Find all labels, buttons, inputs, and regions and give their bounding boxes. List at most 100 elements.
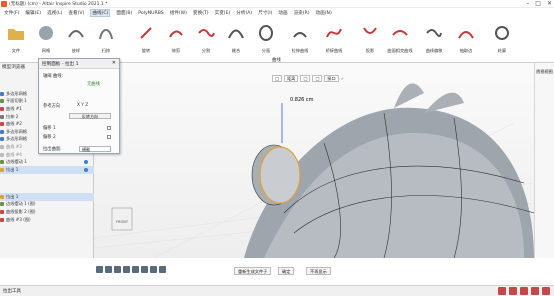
ribbon-stitch[interactable]: 缝合 (222, 20, 250, 58)
vp-interface-button[interactable]: 接口 (324, 74, 339, 82)
vp-distance-button[interactable]: 距离 (283, 74, 299, 82)
tree-row[interactable]: 边线摆动 1 (0, 158, 94, 166)
plane-icon (0, 99, 4, 104)
vp-tool-button[interactable]: □ (312, 74, 323, 82)
dialog-close-button[interactable]: ✕ (112, 60, 116, 66)
view-icon[interactable] (96, 266, 103, 273)
reverse-direction-button[interactable]: 反转方向 (69, 113, 111, 119)
view-icon[interactable] (150, 266, 157, 273)
ribbon-bridge-curve[interactable]: 桥接曲线 (320, 20, 348, 58)
swing-icon (0, 160, 4, 165)
mesh-icon (0, 129, 4, 134)
vp-tool-button[interactable]: □ (272, 74, 282, 82)
minimize-button[interactable]: – (526, 0, 529, 8)
offset2-checkbox[interactable] (107, 135, 111, 139)
ribbon-trim[interactable]: 修剪 (162, 20, 190, 58)
ribbon-mesh[interactable]: 网格 (32, 20, 60, 58)
window-title: (无标题) (cm) - Altair Inspire Studio 2021.… (9, 1, 108, 7)
project-icon (363, 27, 377, 34)
extrude-surface-select[interactable]: 横截 (79, 146, 111, 152)
list-item[interactable]: 拉出 1 (0, 193, 94, 201)
ribbon-curve-offset[interactable]: 曲线偏移 (420, 20, 448, 58)
ribbon-split[interactable]: 分割 (192, 20, 220, 58)
mesh-icon (0, 91, 4, 96)
view-icon[interactable] (159, 266, 166, 273)
menu-file[interactable]: 文件(F) (4, 10, 19, 16)
axis-selector[interactable]: X Y Z (77, 103, 88, 108)
dont-show-button[interactable]: 不再显示 (306, 267, 331, 275)
vp-tool-button[interactable]: □ (300, 74, 311, 82)
surface-intersect-icon (392, 30, 408, 36)
trim-icon (169, 30, 183, 38)
ribbon-project[interactable]: 投影 (356, 20, 384, 58)
menu-edit[interactable]: 编辑(E) (25, 10, 41, 16)
menu-component[interactable]: 组件(W) (170, 10, 187, 16)
split-icon (198, 29, 215, 37)
view-icon[interactable] (123, 266, 130, 273)
view-icon[interactable] (114, 266, 121, 273)
ribbon-surface-intersect[interactable]: 曲面相交曲线 (386, 20, 414, 58)
tree-row[interactable]: 拉出 1 (0, 165, 94, 174)
view-icon[interactable] (141, 266, 148, 273)
curve-icon (0, 217, 4, 222)
ribbon-rotate[interactable]: 旋转 (132, 20, 160, 58)
offset2-label: 偏移 2 (43, 135, 56, 140)
menu-render[interactable]: 渲染(R) (294, 10, 310, 16)
list-item[interactable]: 曲线 #3 (图) (0, 216, 94, 224)
ribbon-file[interactable]: 文件 (2, 20, 30, 58)
app-logo-icon (1, 0, 7, 7)
menu-surface[interactable]: 面面(B) (116, 10, 132, 16)
extrude-icon (0, 114, 4, 119)
menu-polynurbs[interactable]: PolyNURBS (138, 11, 163, 16)
no-curve-label: 无曲线 (87, 82, 100, 87)
ribbon-facet[interactable]: 分面 (252, 20, 280, 58)
visible-check-icon[interactable] (84, 167, 88, 172)
status-icon[interactable] (542, 287, 550, 295)
direction-label: 参考方向 (43, 104, 61, 109)
ribbon: 文件 网格 放样 扫掠 旋转 修剪 分割 缝合 分面 拉伸曲线 桥接曲线 投影 … (0, 18, 554, 63)
menu-dimension[interactable]: 尺寸(I) (258, 10, 272, 16)
mesh-icon (39, 26, 53, 40)
confirm-check-icon[interactable]: ✓ (341, 76, 345, 81)
menu-animation[interactable]: 动画(N) (316, 10, 332, 16)
menu-solid[interactable]: 实变(E) (215, 10, 231, 16)
sweep-icon (99, 29, 113, 40)
ok-button[interactable]: 确定 (278, 267, 295, 275)
extrude-curve-icon (293, 32, 307, 38)
menu-analysis[interactable]: 分析(A) (236, 10, 252, 16)
menu-view[interactable]: 查看(V) (68, 10, 84, 16)
close-window-button[interactable]: ✕ (547, 0, 552, 8)
status-icon[interactable] (509, 287, 517, 295)
ribbon-extract-edge[interactable]: 抽取边 (452, 20, 480, 58)
menu-select[interactable]: 选视(L) (47, 10, 62, 16)
status-icon[interactable] (520, 287, 528, 295)
offset1-checkbox[interactable] (107, 126, 111, 130)
menu-transform[interactable]: 变换(T) (193, 10, 209, 16)
ribbon-loft[interactable]: 放样 (62, 20, 90, 58)
curve-icon (0, 209, 4, 214)
view-icon[interactable] (105, 266, 112, 273)
pull-icon (0, 167, 4, 172)
curve-label: 轴阈 曲线： (43, 74, 66, 79)
bridge-curve-icon (326, 28, 342, 38)
title-bar: (无标题) (cm) - Altair Inspire Studio 2021.… (0, 0, 554, 8)
list-item[interactable]: 曲线投影 2 (图) (0, 208, 94, 216)
viewport-toolbar: □ 距离 □ □ 接口 ✓ (272, 74, 344, 82)
ribbon-contour[interactable]: 轮廓 (488, 20, 516, 58)
status-icon[interactable] (531, 287, 539, 295)
dialog-title: 控制面板 - 拉出 1 (42, 62, 79, 67)
visible-check-icon[interactable] (84, 160, 88, 165)
ribbon-sweep[interactable]: 扫掠 (92, 20, 120, 58)
extract-edge-icon (458, 31, 474, 39)
ribbon-extrude-curve[interactable]: 拉伸曲线 (286, 20, 314, 58)
3d-viewport[interactable]: 0.826 cm FRONT □ 距离 □ □ 接口 ✓ (93, 63, 535, 259)
view-icon[interactable] (132, 266, 139, 273)
extrude-surface-label: 拉出曲面: (43, 147, 62, 152)
maximize-button[interactable]: □ (535, 0, 541, 8)
status-icon[interactable] (498, 287, 506, 295)
menu-curve[interactable]: 曲线(C) (90, 9, 111, 17)
bottom-toolbar: 重新生成文件于 确定 不再显示 (94, 266, 554, 276)
list-item[interactable]: 边线摆动 1 (图) (0, 201, 94, 209)
regenerate-button[interactable]: 重新生成文件于 (234, 267, 272, 275)
menu-anim[interactable]: 动画 (278, 10, 287, 16)
